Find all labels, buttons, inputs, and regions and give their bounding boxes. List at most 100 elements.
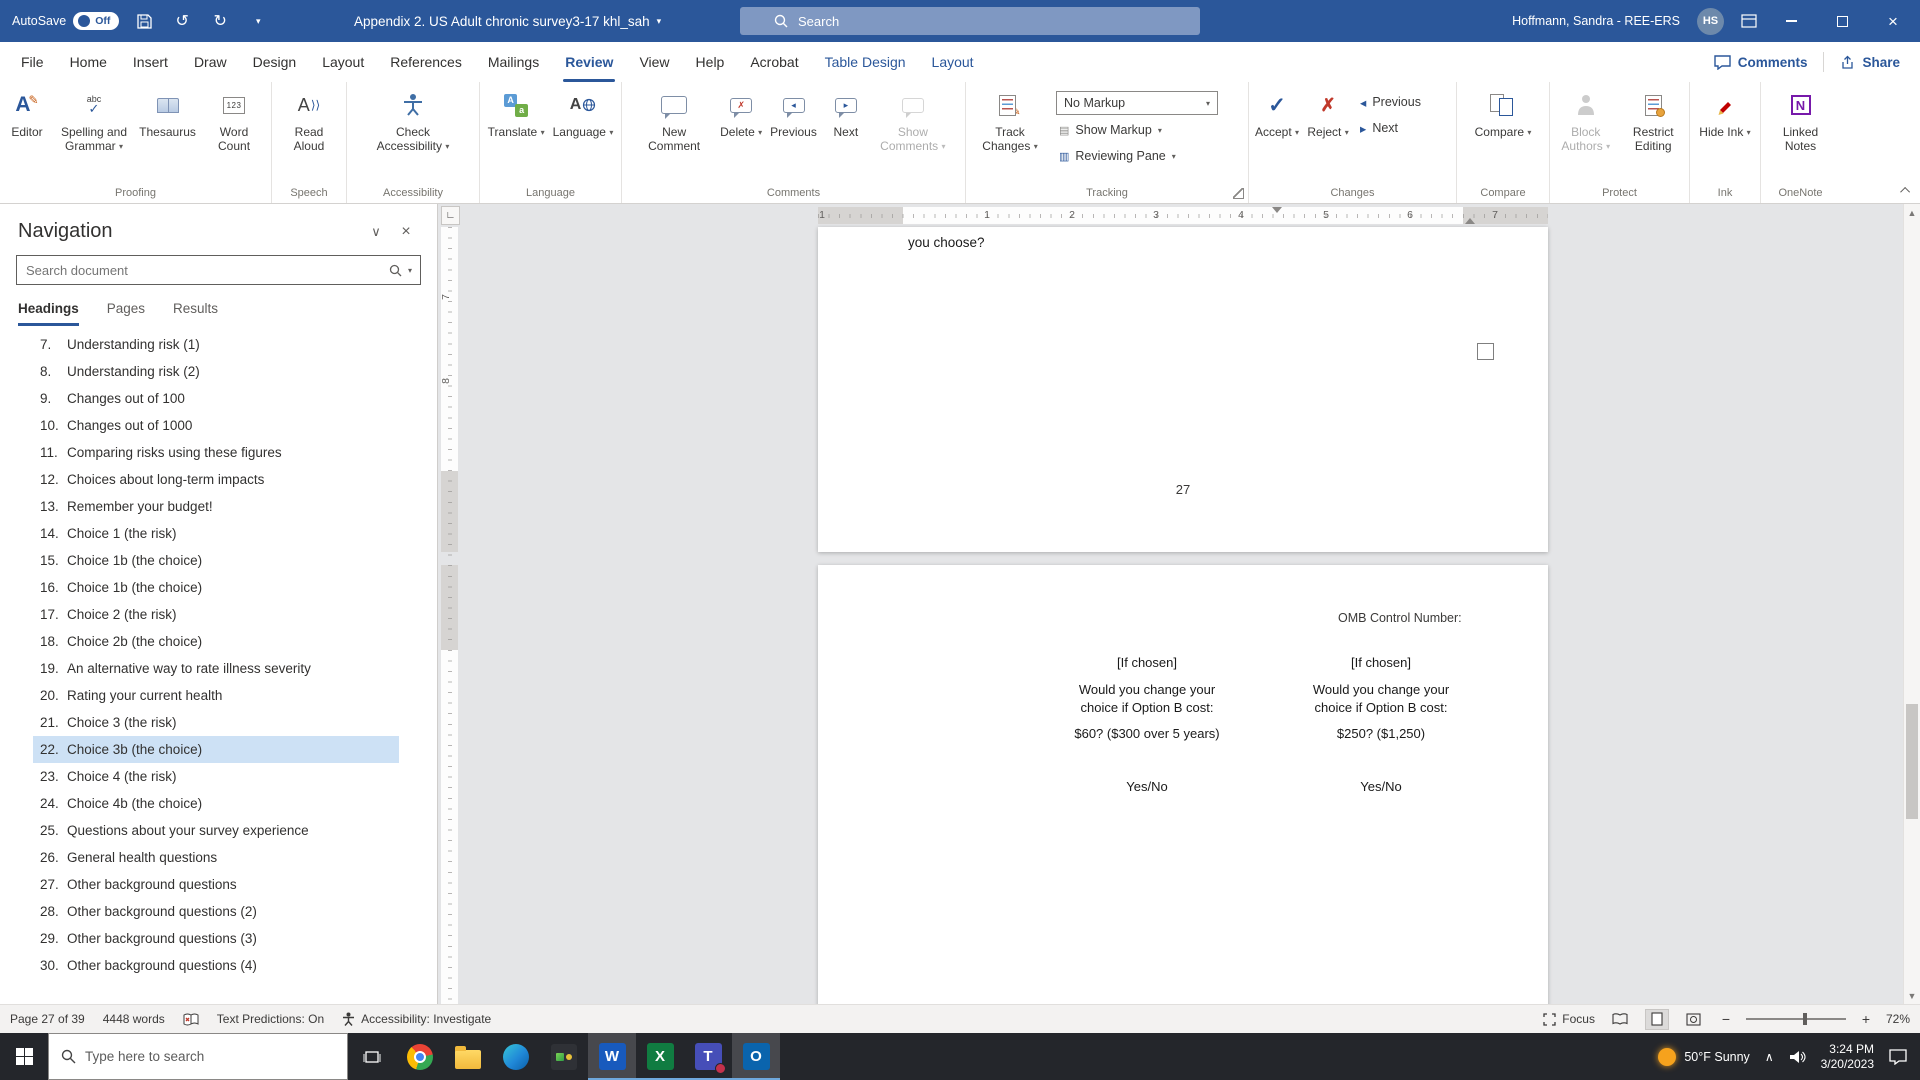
check-accessibility-button[interactable]: Check Accessibility ▾	[371, 85, 455, 181]
document-checkbox[interactable]	[1477, 343, 1494, 360]
heading-item[interactable]: 12. Choices about long-term impacts	[33, 466, 399, 493]
reviewing-pane-button[interactable]: ▥ Reviewing Pane ▾	[1056, 145, 1218, 167]
heading-item[interactable]: 13. Remember your budget!	[33, 493, 399, 520]
file-explorer-icon[interactable]	[444, 1033, 492, 1080]
close-button[interactable]: ×	[1876, 0, 1910, 42]
navigation-options-button[interactable]: ∨	[361, 224, 391, 240]
display-for-review-dropdown[interactable]: No Markup ▾	[1056, 91, 1218, 115]
outlook-icon[interactable]: O	[732, 1033, 780, 1080]
tab-stop-selector[interactable]: ∟	[441, 206, 460, 225]
tab-headings[interactable]: Headings	[18, 301, 79, 326]
scrollbar-thumb[interactable]	[1906, 704, 1918, 819]
menu-tab[interactable]: File	[8, 42, 57, 82]
menu-tab[interactable]: Table Design	[812, 42, 919, 82]
heading-item[interactable]: 24. Choice 4b (the choice)	[33, 790, 399, 817]
indent-marker[interactable]	[1272, 207, 1282, 218]
proofing-errors-button[interactable]	[183, 1013, 199, 1026]
thesaurus-button[interactable]: Thesaurus	[136, 85, 199, 181]
undo-button[interactable]: ↺	[169, 6, 195, 36]
share-button[interactable]: Share	[1840, 55, 1900, 70]
menu-tab[interactable]: Help	[683, 42, 738, 82]
maximize-button[interactable]	[1825, 0, 1859, 42]
vertical-ruler[interactable]: 7 8	[441, 227, 460, 1004]
menu-tab[interactable]: Design	[240, 42, 310, 82]
app-icon-5[interactable]	[540, 1033, 588, 1080]
zoom-slider[interactable]	[1746, 1018, 1846, 1020]
menu-tab[interactable]: Review	[552, 42, 626, 82]
tab-results[interactable]: Results	[173, 301, 218, 326]
heading-item[interactable]: 10. Changes out of 1000	[33, 412, 399, 439]
ribbon-display-options-button[interactable]	[1741, 14, 1757, 28]
menu-tab[interactable]: Acrobat	[737, 42, 811, 82]
teams-icon[interactable]: T	[684, 1033, 732, 1080]
heading-item[interactable]: 25. Questions about your survey experien…	[33, 817, 399, 844]
document-title[interactable]: Appendix 2. US Adult chronic survey3-17 …	[354, 0, 661, 42]
text-predictions-indicator[interactable]: Text Predictions: On	[217, 1012, 324, 1026]
heading-item[interactable]: 30. Other background questions (4)	[33, 952, 399, 979]
accept-button[interactable]: ✓ Accept ▾	[1251, 85, 1303, 181]
zoom-in-button[interactable]: +	[1859, 1011, 1873, 1027]
heading-item[interactable]: 19. An alternative way to rate illness s…	[33, 655, 399, 682]
zoom-slider-thumb[interactable]	[1803, 1013, 1807, 1025]
heading-item[interactable]: 26. General health questions	[33, 844, 399, 871]
heading-item[interactable]: 9. Changes out of 100	[33, 385, 399, 412]
previous-comment-button[interactable]: ◂ Previous	[766, 85, 821, 181]
word-count-button[interactable]: 123 Word Count	[199, 85, 269, 181]
print-layout-button[interactable]	[1645, 1009, 1669, 1030]
tab-pages[interactable]: Pages	[107, 301, 145, 326]
clock[interactable]: 3:24 PM 3/20/2023	[1821, 1042, 1874, 1072]
read-aloud-button[interactable]: A⟩⟩ Read Aloud	[274, 85, 344, 181]
edge-icon[interactable]	[492, 1033, 540, 1080]
next-change-button[interactable]: ▸ Next	[1357, 117, 1424, 139]
menu-tab[interactable]: View	[626, 42, 682, 82]
linked-notes-button[interactable]: N Linked Notes	[1763, 85, 1838, 181]
heading-item[interactable]: 29. Other background questions (3)	[33, 925, 399, 952]
heading-item[interactable]: 14. Choice 1 (the risk)	[33, 520, 399, 547]
new-comment-button[interactable]: New Comment	[632, 85, 716, 181]
customize-quick-access-button[interactable]: ▾	[245, 6, 271, 36]
compare-button[interactable]: Compare ▾	[1471, 85, 1536, 181]
show-hidden-icons-button[interactable]: ∧	[1765, 1050, 1774, 1064]
track-changes-button[interactable]: ✎ Track Changes ▾	[968, 85, 1052, 181]
task-view-button[interactable]	[348, 1033, 396, 1080]
menu-tab[interactable]: Layout	[919, 42, 987, 82]
language-button[interactable]: A Language ▾	[549, 85, 618, 181]
right-indent-marker[interactable]	[1465, 213, 1475, 224]
heading-item[interactable]: 15. Choice 1b (the choice)	[33, 547, 399, 574]
accessibility-indicator[interactable]: Accessibility: Investigate	[342, 1012, 491, 1026]
focus-button[interactable]: Focus	[1543, 1012, 1595, 1026]
menu-tab[interactable]: Layout	[309, 42, 377, 82]
search-button[interactable]	[389, 264, 402, 277]
restrict-editing-button[interactable]: Restrict Editing	[1620, 85, 1687, 181]
spelling-grammar-button[interactable]: abc✓ Spelling and Grammar ▾	[52, 85, 136, 181]
scroll-up-button[interactable]: ▲	[1904, 204, 1920, 221]
heading-item[interactable]: 28. Other background questions (2)	[33, 898, 399, 925]
search-options-caret[interactable]: ▾	[408, 266, 412, 275]
heading-item[interactable]: 7. Understanding risk (1)	[33, 331, 399, 358]
web-layout-button[interactable]	[1682, 1009, 1706, 1030]
heading-item[interactable]: 23. Choice 4 (the risk)	[33, 763, 399, 790]
heading-item[interactable]: 27. Other background questions	[33, 871, 399, 898]
heading-item[interactable]: 11. Comparing risks using these figures	[33, 439, 399, 466]
hide-ink-button[interactable]: Hide Ink ▾	[1695, 85, 1754, 181]
heading-item[interactable]: 20. Rating your current health	[33, 682, 399, 709]
heading-item[interactable]: 8. Understanding risk (2)	[33, 358, 399, 385]
excel-icon[interactable]: X	[636, 1033, 684, 1080]
previous-change-button[interactable]: ◂ Previous	[1357, 91, 1424, 113]
page-indicator[interactable]: Page 27 of 39	[10, 1012, 85, 1026]
block-authors-button[interactable]: Block Authors ▾	[1552, 85, 1620, 181]
heading-item[interactable]: 17. Choice 2 (the risk)	[33, 601, 399, 628]
redo-button[interactable]: ↻	[207, 6, 233, 36]
horizontal-ruler[interactable]: 1 1 2 3 4 5 6 7	[460, 204, 1902, 227]
heading-item[interactable]: 18. Choice 2b (the choice)	[33, 628, 399, 655]
show-comments-button[interactable]: Show Comments ▾	[871, 85, 955, 181]
delete-comment-button[interactable]: ✗ Delete ▾	[716, 85, 766, 181]
heading-item[interactable]: 16. Choice 1b (the choice)	[33, 574, 399, 601]
search-document-input[interactable]	[17, 263, 381, 278]
menu-tab[interactable]: Home	[57, 42, 120, 82]
action-center-button[interactable]	[1889, 1049, 1907, 1065]
volume-button[interactable]	[1789, 1050, 1806, 1064]
title-search-box[interactable]: Search	[740, 7, 1200, 35]
start-button[interactable]	[0, 1033, 48, 1080]
collapse-ribbon-button[interactable]	[1899, 183, 1913, 197]
